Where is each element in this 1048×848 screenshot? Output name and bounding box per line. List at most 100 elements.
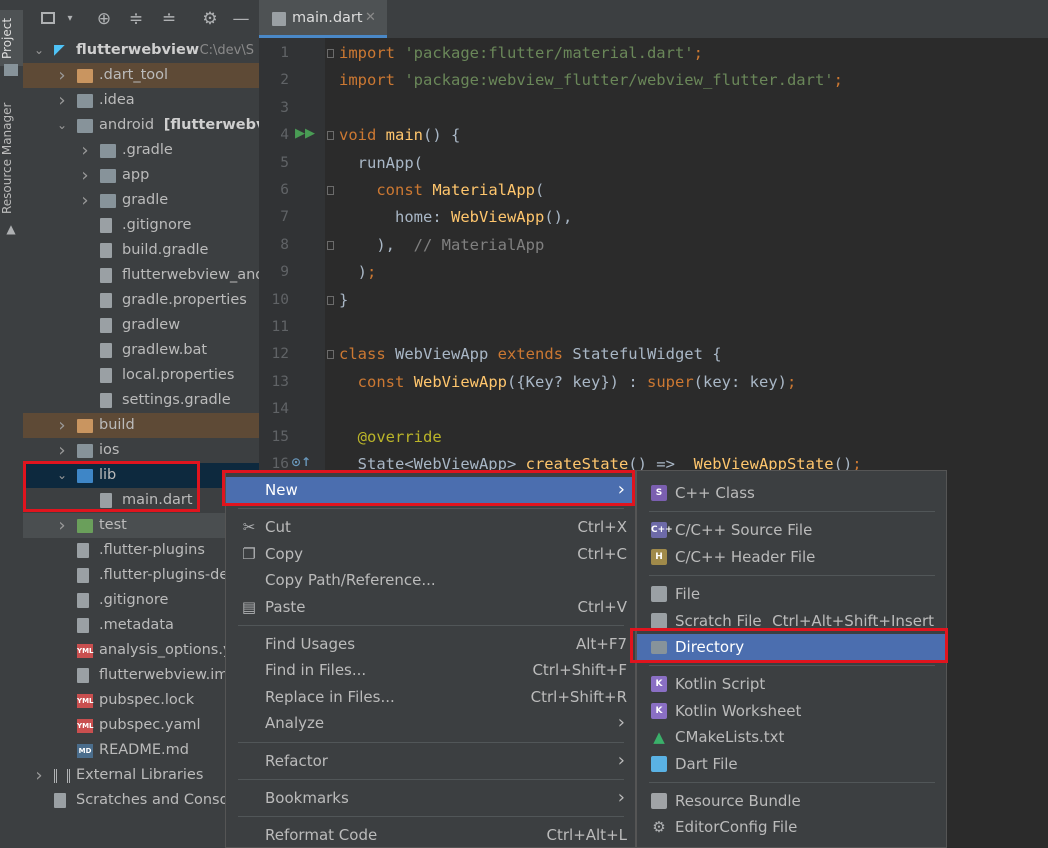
tree-item-analysis-options-ya[interactable]: YML analysis_options.ya: [23, 638, 259, 663]
chevron-right-icon[interactable]: ›: [79, 138, 91, 163]
fold-marker-icon[interactable]: [327, 295, 334, 305]
tree-item-test[interactable]: › test: [23, 513, 259, 538]
tree-item-label: main.dart: [122, 492, 193, 508]
locate-file-icon[interactable]: ⊕: [95, 10, 113, 28]
tree-item-flutterwebview-andr[interactable]: flutterwebview_andr: [23, 263, 259, 288]
tree-item-gitignore[interactable]: .gitignore: [23, 213, 259, 238]
tree-item-gradlew[interactable]: gradlew: [23, 313, 259, 338]
tree-item-flutterwebview[interactable]: ⌄ ◤ flutterwebview C:\dev\S: [23, 38, 259, 63]
project-tool-tab[interactable]: Project: [0, 10, 23, 66]
fold-marker-icon[interactable]: [327, 131, 334, 141]
tree-item-lib[interactable]: ⌄ lib: [23, 463, 259, 488]
new-item-file[interactable]: File: [637, 581, 946, 607]
tree-item-android[interactable]: ⌄ android [flutterwebvie: [23, 113, 259, 138]
menu-item-replace-in-files[interactable]: Replace in Files... Ctrl+Shift+R: [226, 684, 635, 710]
tree-item-flutter-plugins[interactable]: .flutter-plugins: [23, 538, 259, 563]
chevron-down-icon[interactable]: ⌄: [56, 113, 68, 138]
line-number: 12: [271, 346, 289, 363]
resource-manager-tool-tab[interactable]: Resource Manager: [0, 98, 23, 218]
menu-item-refactor[interactable]: Refactor ›: [226, 748, 635, 774]
chevron-down-icon[interactable]: ⌄: [33, 38, 45, 63]
menu-item-paste[interactable]: ▤ Paste Ctrl+V: [226, 594, 635, 620]
folder-icon: [100, 194, 116, 208]
file-icon: [100, 293, 112, 308]
menu-separator: [238, 816, 624, 818]
view-mode-icon[interactable]: [41, 12, 55, 24]
code-line: import 'package:webview_flutter/webview_…: [339, 71, 843, 90]
tree-item-main-dart[interactable]: main.dart: [23, 488, 259, 513]
tree-item-gradle[interactable]: › gradle: [23, 188, 259, 213]
new-item-directory[interactable]: Directory: [637, 634, 946, 660]
menu-item-copy[interactable]: ❐ Copy Ctrl+C: [226, 541, 635, 567]
close-tab-icon[interactable]: ✕: [365, 0, 376, 36]
new-submenu: S C++ Class C++ C/C++ Source File H C/C++ Hea…: [636, 470, 947, 848]
menu-item-bookmarks[interactable]: Bookmarks ›: [226, 785, 635, 811]
new-item-dart-file[interactable]: Dart File: [637, 751, 946, 777]
tree-item-app[interactable]: › app: [23, 163, 259, 188]
menu-item-cut[interactable]: ✂ Cut Ctrl+X: [226, 514, 635, 540]
tree-item-gradle[interactable]: › .gradle: [23, 138, 259, 163]
tree-item-dart-tool[interactable]: › .dart_tool: [23, 63, 259, 88]
tree-item-gradle-properties[interactable]: gradle.properties: [23, 288, 259, 313]
chevron-right-icon[interactable]: ›: [56, 63, 68, 88]
fold-marker-icon[interactable]: [327, 350, 334, 360]
fold-marker-icon[interactable]: [327, 240, 334, 250]
new-item-c-c-header-file[interactable]: H C/C++ Header File: [637, 544, 946, 570]
menu-item-copy-path-reference[interactable]: Copy Path/Reference...: [226, 567, 635, 593]
new-item-kotlin-worksheet[interactable]: K Kotlin Worksheet: [637, 698, 946, 724]
submenu-item-label: Kotlin Worksheet: [675, 701, 802, 720]
chevron-down-icon[interactable]: ⌄: [56, 463, 68, 488]
project-panel: ▾ ⊕ ≑ ≐ ⚙ — ⌄ ◤ flutterwebview C:\dev\S › .da…: [23, 0, 259, 848]
tree-item-flutterwebview-iml[interactable]: flutterwebview.iml: [23, 663, 259, 688]
tree-item-idea[interactable]: › .idea: [23, 88, 259, 113]
tree-item-ios[interactable]: › ios: [23, 438, 259, 463]
chevron-right-icon[interactable]: ›: [56, 88, 68, 113]
tree-item-pubspec-yaml[interactable]: YML pubspec.yaml: [23, 713, 259, 738]
new-item-scratch-file[interactable]: Scratch File Ctrl+Alt+Shift+Insert: [637, 608, 946, 634]
run-main-icon[interactable]: ▶▶: [295, 126, 315, 141]
menu-item-label: Find Usages: [265, 635, 356, 653]
new-item-kotlin-script[interactable]: K Kotlin Script: [637, 671, 946, 697]
new-item-c-class[interactable]: S C++ Class: [637, 480, 946, 506]
tree-item-local-properties[interactable]: local.properties: [23, 363, 259, 388]
fold-marker-icon[interactable]: [327, 49, 334, 58]
tree-item-gradlew-bat[interactable]: gradlew.bat: [23, 338, 259, 363]
tree-item-settings-gradle[interactable]: settings.gradle: [23, 388, 259, 413]
chevron-right-icon[interactable]: ›: [33, 763, 45, 788]
tree-item-flutter-plugins-de[interactable]: .flutter-plugins-de: [23, 563, 259, 588]
menu-item-reformat-code[interactable]: Reformat Code Ctrl+Alt+L: [226, 822, 635, 848]
menu-item-find-usages[interactable]: Find Usages Alt+F7: [226, 631, 635, 657]
expand-all-icon[interactable]: ≑: [127, 10, 145, 28]
menu-item-analyze[interactable]: Analyze ›: [226, 710, 635, 736]
view-mode-dropdown-icon[interactable]: ▾: [61, 10, 79, 28]
submenu-item-shortcut: Ctrl+Alt+Shift+Insert: [772, 611, 934, 630]
submenu-item-label: EditorConfig File: [675, 818, 798, 837]
submenu-item-label: Kotlin Script: [675, 675, 766, 694]
hide-panel-icon[interactable]: —: [232, 10, 250, 28]
override-marker-icon[interactable]: ⊙↑: [291, 455, 311, 469]
tree-item-build[interactable]: › build: [23, 413, 259, 438]
menu-item-find-in-files[interactable]: Find in Files... Ctrl+Shift+F: [226, 657, 635, 683]
chevron-right-icon[interactable]: ›: [56, 513, 68, 538]
tree-item-readme-md[interactable]: MD README.md: [23, 738, 259, 763]
chevron-right-icon[interactable]: ›: [56, 438, 68, 463]
tree-item-external-libraries[interactable]: › External Libraries: [23, 763, 259, 788]
new-item-c-c-source-file[interactable]: C++ C/C++ Source File: [637, 517, 946, 543]
submenu-arrow-icon: ›: [617, 787, 625, 808]
tree-item-pubspec-lock[interactable]: YML pubspec.lock: [23, 688, 259, 713]
new-item-resource-bundle[interactable]: Resource Bundle: [637, 788, 946, 814]
collapse-all-icon[interactable]: ≐: [160, 10, 178, 28]
settings-gear-icon[interactable]: ⚙: [201, 10, 219, 28]
menu-item-new[interactable]: New ›: [226, 477, 635, 503]
new-item-editorconfig-file[interactable]: ⚙ EditorConfig File: [637, 814, 946, 840]
chevron-right-icon[interactable]: ›: [79, 163, 91, 188]
new-item-cmakelists-txt[interactable]: ▲ CMakeLists.txt: [637, 724, 946, 750]
tree-item-metadata[interactable]: .metadata: [23, 613, 259, 638]
chevron-right-icon[interactable]: ›: [56, 413, 68, 438]
chevron-right-icon[interactable]: ›: [79, 188, 91, 213]
tree-item-build-gradle[interactable]: build.gradle: [23, 238, 259, 263]
tree-item-gitignore[interactable]: .gitignore: [23, 588, 259, 613]
tree-item-scratches-and-consol[interactable]: Scratches and Consol: [23, 788, 259, 813]
fold-marker-icon[interactable]: [327, 186, 334, 195]
tab-main-dart[interactable]: main.dart ✕: [259, 0, 387, 38]
